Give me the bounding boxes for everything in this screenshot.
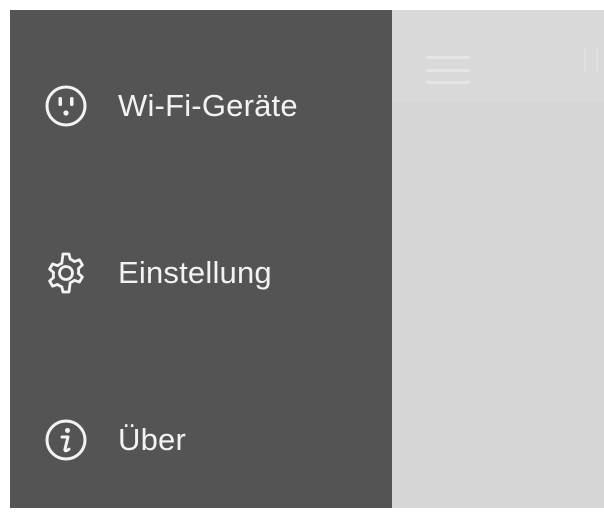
wifi-outlet-icon: [40, 80, 92, 132]
partial-title-glyph: [584, 48, 598, 72]
drawer-item-label: Über: [118, 422, 186, 457]
drawer-item-settings[interactable]: Einstellung: [40, 243, 370, 303]
info-icon: [40, 414, 92, 466]
hamburger-menu-icon[interactable]: [426, 56, 470, 84]
gear-icon: [40, 247, 92, 299]
drawer-item-label: Wi-Fi-Geräte: [118, 88, 298, 123]
drawer-item-label: Einstellung: [118, 255, 272, 290]
navigation-drawer: Wi-Fi-Geräte Einstellung Über: [10, 10, 392, 508]
drawer-item-wifi-devices[interactable]: Wi-Fi-Geräte: [40, 76, 370, 136]
app-screen: Wi-Fi-Geräte Einstellung Über: [0, 0, 604, 518]
drawer-item-about[interactable]: Über: [40, 410, 370, 470]
content-app-bar: [392, 10, 604, 102]
main-content: [392, 10, 604, 508]
